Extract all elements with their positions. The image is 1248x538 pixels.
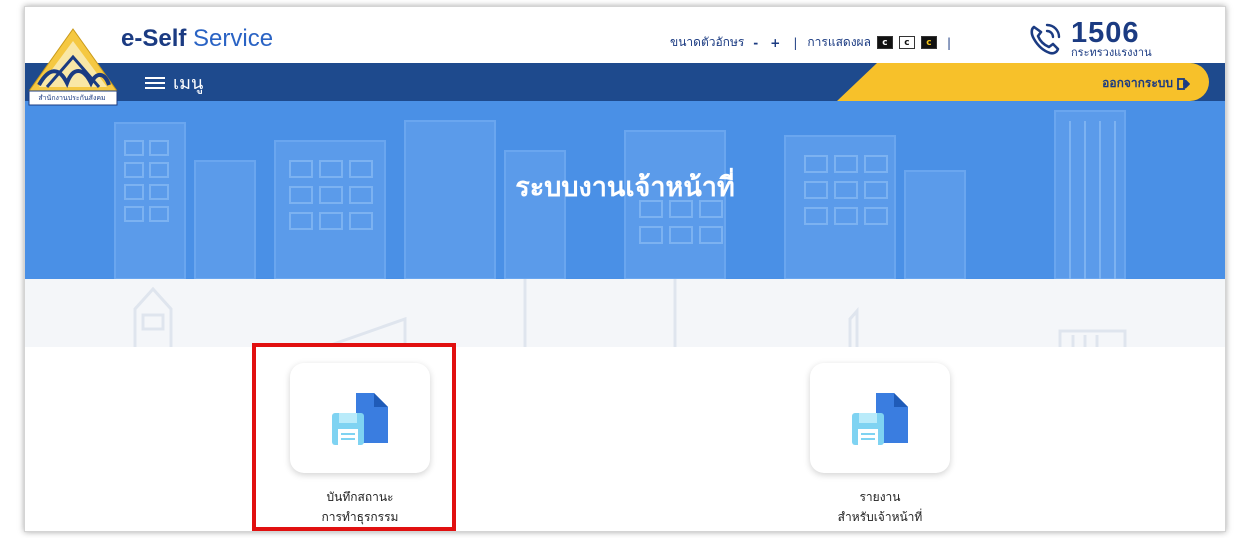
logout-label: ออกจากระบบ <box>1102 76 1173 90</box>
highlight-box <box>252 343 456 531</box>
officer-report-card[interactable] <box>810 363 950 473</box>
card-label-line2: สำหรับเจ้าหน้าที่ <box>837 510 923 524</box>
brand-strong-text: e-Self <box>121 25 187 52</box>
skyline-outline-graphic <box>133 279 1127 347</box>
top-header: e-Self Service ขนาดตัวอักษร - + | การแสด… <box>25 7 1225 63</box>
display-mode-label: การแสดงผล <box>807 35 871 49</box>
document-save-icon <box>852 393 908 445</box>
brand-title[interactable]: e-Self Service <box>121 25 273 53</box>
hotline-number: 1506 <box>1071 17 1140 49</box>
app-window: e-Self Service ขนาดตัวอักษร - + | การแสด… <box>24 6 1226 532</box>
logout-button[interactable]: ออกจากระบบ <box>1102 74 1191 93</box>
font-size-label: ขนาดตัวอักษร <box>670 35 745 49</box>
sso-logo <box>28 28 118 106</box>
skyline-fade <box>25 279 1225 347</box>
menu-button[interactable]: เมนู <box>145 68 203 97</box>
logo-caption: สำนักงานประกันสังคม <box>38 94 106 102</box>
divider: | <box>793 35 798 50</box>
officer-report-label[interactable]: รายงาน สำหรับเจ้าหน้าที่ <box>800 487 960 527</box>
hero-banner: ระบบงานเจ้าหน้าที่ <box>25 101 1225 279</box>
brand-light-text: Service <box>193 25 274 52</box>
page-title: ระบบงานเจ้าหน้าที่ <box>515 172 735 203</box>
card-label-line1: รายงาน <box>859 490 901 504</box>
divider: | <box>946 35 951 50</box>
contrast-yellow-button[interactable]: c <box>920 36 937 49</box>
contrast-white-button[interactable]: c <box>898 36 915 49</box>
contrast-normal-button[interactable]: c <box>876 36 893 49</box>
font-increase-button[interactable]: + <box>767 36 783 50</box>
hamburger-icon <box>145 75 165 91</box>
hotline-org: กระทรวงแรงงาน <box>1071 46 1152 59</box>
hotline[interactable]: 1506 กระทรวงแรงงาน <box>1025 19 1152 59</box>
logout-icon <box>1177 77 1190 90</box>
accessibility-tools: ขนาดตัวอักษร - + | การแสดงผล c c c | <box>670 33 955 52</box>
phone-icon <box>1030 23 1061 55</box>
menu-label: เมนู <box>173 73 204 94</box>
font-decrease-button[interactable]: - <box>750 36 761 50</box>
